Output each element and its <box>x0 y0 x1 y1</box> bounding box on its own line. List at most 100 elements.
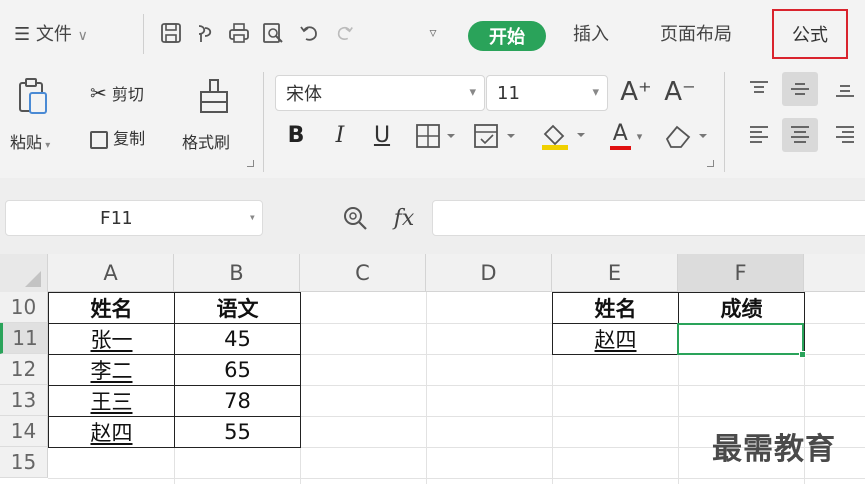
grow-font-button[interactable]: A⁺ <box>618 74 654 110</box>
clipboard-group-expander[interactable] <box>247 160 254 167</box>
active-cell-selection[interactable] <box>677 323 804 355</box>
underline-button[interactable]: U <box>368 118 396 152</box>
bold-button[interactable]: B <box>282 118 310 152</box>
scissors-icon: ✂ <box>90 81 107 105</box>
file-menu-label: 文件 <box>35 24 72 45</box>
shrink-font-label: A⁻ <box>664 77 696 107</box>
insert-function-button[interactable]: fx <box>384 202 424 234</box>
cell-b12[interactable]: 65 <box>174 354 301 386</box>
menu-divider <box>143 14 144 54</box>
cell-a10[interactable]: 姓名 <box>48 292 175 324</box>
redo-icon[interactable] <box>332 16 358 50</box>
row-header-13[interactable]: 13 <box>0 385 48 416</box>
name-box[interactable]: F11 ▾ <box>5 200 263 236</box>
cut-button[interactable]: ✂ 剪切 <box>90 81 144 105</box>
font-name-select[interactable]: 宋体 ▾ <box>275 75 485 111</box>
cell-a14[interactable]: 赵四 <box>48 416 175 448</box>
tab-page-layout[interactable]: 页面布局 <box>660 20 732 46</box>
hamburger-icon: ☰ <box>14 24 31 45</box>
font-group-expander[interactable] <box>707 160 714 167</box>
clear-format-button[interactable] <box>662 118 712 154</box>
grow-font-label: A⁺ <box>620 77 652 107</box>
cell-e11[interactable]: 赵四 <box>552 323 679 355</box>
customize-toolbar-icon[interactable]: ▿ <box>420 16 446 50</box>
cell-e10[interactable]: 姓名 <box>552 292 679 324</box>
column-header-d[interactable]: D <box>426 254 552 292</box>
font-name-value: 宋体 <box>286 84 322 105</box>
row-header-12[interactable]: 12 <box>0 354 48 385</box>
fill-handle[interactable] <box>799 351 806 358</box>
cell-f10[interactable]: 成绩 <box>678 292 805 324</box>
chevron-down-icon: ▾ <box>248 210 256 224</box>
grid-line <box>426 292 427 484</box>
chevron-down-icon: ▾ <box>636 129 643 143</box>
cell-style-button[interactable] <box>472 120 520 152</box>
tab-insert[interactable]: 插入 <box>573 20 609 46</box>
grid-line <box>48 478 865 479</box>
save-icon[interactable] <box>158 16 184 50</box>
tab-start[interactable]: 开始 <box>468 21 546 51</box>
row-header-10[interactable]: 10 <box>0 292 48 323</box>
cell-a12[interactable]: 李二 <box>48 354 175 386</box>
cell-b11[interactable]: 45 <box>174 323 301 355</box>
format-painter-icon[interactable] <box>196 76 232 116</box>
paste-button[interactable]: 粘贴 ▾ <box>10 129 50 153</box>
cell-a11[interactable]: 张一 <box>48 323 175 355</box>
name-box-value: F11 <box>99 208 133 229</box>
chevron-down-icon: ▾ <box>469 85 476 100</box>
cell-b14[interactable]: 55 <box>174 416 301 448</box>
zoom-search-icon[interactable] <box>338 202 372 234</box>
print-preview-icon[interactable] <box>260 16 286 50</box>
column-header-e[interactable]: E <box>552 254 678 292</box>
spreadsheet-app: ☰ 文件 ∨ ▿ 开始 插入 页面布局 公式 粘贴 ▾ ✂ 剪切 复制 格式刷 … <box>0 0 865 484</box>
paste-icon[interactable] <box>14 76 52 116</box>
cell-b13[interactable]: 78 <box>174 385 301 417</box>
tab-formula[interactable]: 公式 <box>772 9 848 59</box>
italic-button[interactable]: I <box>326 118 354 152</box>
cut-label: 剪切 <box>111 85 144 104</box>
row-header-11[interactable]: 11 <box>0 323 48 354</box>
align-right-icon[interactable] <box>828 118 862 152</box>
copy-label: 复制 <box>113 129 146 148</box>
file-menu[interactable]: ☰ 文件 ∨ <box>14 20 88 46</box>
ribbon-toolbar: 粘贴 ▾ ✂ 剪切 复制 格式刷 宋体 ▾ 11 ▾ A⁺ A⁻ B I U A… <box>0 68 865 178</box>
chevron-down-icon: ▾ <box>592 85 599 100</box>
formula-bar: F11 ▾ fx <box>0 178 865 254</box>
align-center-icon[interactable] <box>782 118 818 152</box>
align-middle-icon[interactable] <box>782 72 818 106</box>
fill-color-button[interactable] <box>538 118 592 154</box>
border-button[interactable] <box>414 120 460 152</box>
select-all-corner[interactable] <box>0 254 48 292</box>
formula-input[interactable] <box>432 200 865 236</box>
column-header-a[interactable]: A <box>48 254 174 292</box>
export-pdf-icon[interactable] <box>192 16 218 50</box>
print-icon[interactable] <box>226 16 252 50</box>
copy-icon <box>90 130 108 149</box>
copy-button[interactable]: 复制 <box>90 125 145 149</box>
row-header-15[interactable]: 15 <box>0 447 48 478</box>
align-top-icon[interactable] <box>744 72 774 106</box>
format-painter-label[interactable]: 格式刷 <box>182 129 230 153</box>
align-left-icon[interactable] <box>744 118 774 152</box>
font-size-value: 11 <box>497 82 520 104</box>
chevron-down-icon: ∨ <box>77 28 88 44</box>
row-header-14[interactable]: 14 <box>0 416 48 447</box>
font-size-select[interactable]: 11 ▾ <box>486 75 608 111</box>
font-color-letter: A <box>609 122 631 150</box>
column-header-b[interactable]: B <box>174 254 300 292</box>
undo-icon[interactable] <box>296 16 322 50</box>
shrink-font-button[interactable]: A⁻ <box>662 74 698 110</box>
menu-bar: ☰ 文件 ∨ ▿ 开始 插入 页面布局 公式 <box>0 0 865 68</box>
column-header-row: A B C D E F <box>0 254 865 292</box>
chevron-down-icon: ▾ <box>42 140 51 151</box>
column-header-c[interactable]: C <box>300 254 426 292</box>
watermark-text: 最需教育 <box>712 432 836 467</box>
cell-b10[interactable]: 语文 <box>174 292 301 324</box>
align-bottom-icon[interactable] <box>828 72 862 106</box>
ribbon-divider <box>263 72 264 172</box>
column-header-f[interactable]: F <box>678 254 804 292</box>
font-color-button[interactable]: A ▾ <box>600 118 652 154</box>
ribbon-divider <box>724 72 725 172</box>
paste-label: 粘贴 <box>10 133 43 152</box>
cell-a13[interactable]: 王三 <box>48 385 175 417</box>
